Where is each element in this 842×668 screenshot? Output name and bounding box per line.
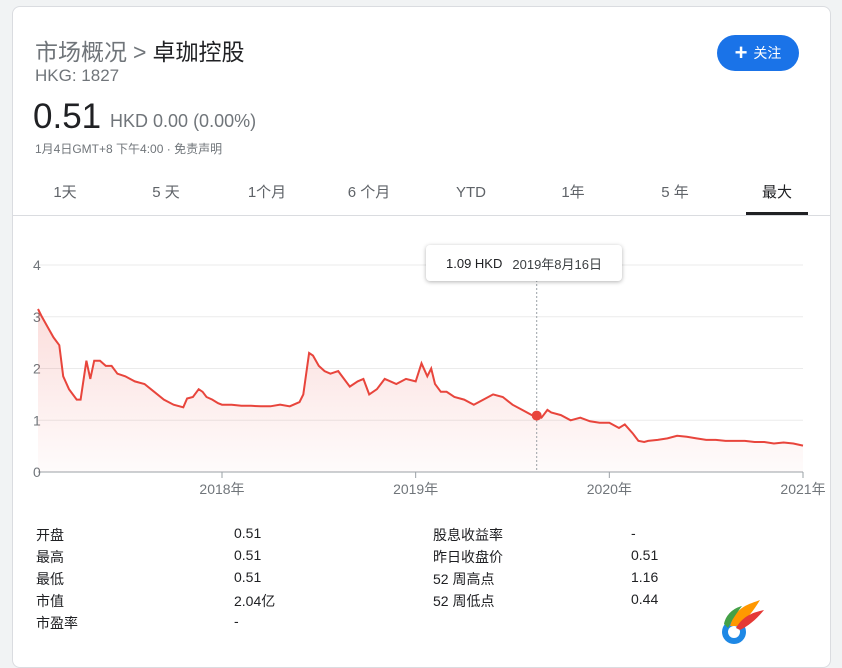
stat-label-low: 最低 [36, 571, 64, 587]
stat-label-pe: 市盈率 [36, 615, 78, 631]
stat-value-div-yield: - [631, 525, 636, 541]
stat-value-52w-high: 1.16 [631, 569, 659, 585]
tooltip-date: 2019年8月16日 [512, 256, 602, 272]
x-tick-label: 2018年 [199, 481, 244, 497]
y-tick-label: 4 [33, 257, 41, 273]
hover-point [531, 410, 542, 421]
stat-label-52w-high: 52 周高点 [433, 571, 495, 587]
stat-label-open: 开盘 [36, 527, 64, 543]
watermark-logo-icon [722, 600, 764, 644]
stat-value-mktcap: 2.04亿 [234, 593, 276, 609]
stat-value-pe: - [234, 613, 239, 629]
stat-label-mktcap: 市值 [36, 593, 64, 609]
stat-value-low: 0.51 [234, 569, 262, 585]
stat-value-high: 0.51 [234, 547, 262, 563]
price-chart[interactable]: 01234 2018年 2019年 2020年 2021年 [0, 0, 842, 655]
tooltip-value: 1.09 HKD [446, 255, 503, 271]
stat-label-high: 最高 [36, 549, 64, 565]
stat-value-prev-close: 0.51 [631, 547, 659, 563]
stat-label-52w-low: 52 周低点 [433, 593, 495, 609]
stat-value-52w-low: 0.44 [631, 591, 659, 607]
x-tick-label: 2020年 [587, 481, 632, 497]
stat-label-div-yield: 股息收益率 [433, 527, 503, 543]
stat-value-open: 0.51 [234, 525, 262, 541]
x-tick-label: 2021年 [780, 481, 825, 497]
x-tick-label: 2019年 [393, 481, 438, 497]
stat-label-prev-close: 昨日收盘价 [433, 549, 503, 565]
chart-tooltip: 1.09 HKD 2019年8月16日 [426, 245, 622, 281]
